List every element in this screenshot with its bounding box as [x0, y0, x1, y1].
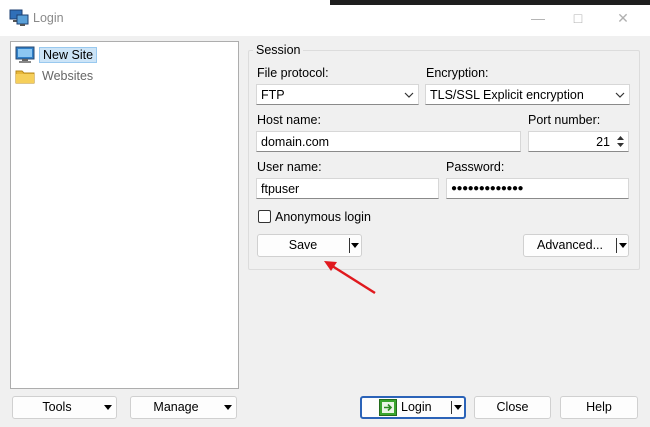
close-button-label: Close [496, 400, 529, 414]
dropdown-arrow-icon[interactable] [619, 243, 627, 248]
background-window-strip [330, 0, 650, 5]
password-label: Password: [446, 160, 505, 174]
close-button[interactable]: Close [474, 396, 551, 419]
manage-button[interactable]: Manage [130, 396, 237, 419]
tools-button[interactable]: Tools [12, 396, 117, 419]
tree-item-websites[interactable]: Websites [15, 66, 96, 86]
minimize-icon: — [531, 10, 545, 26]
folder-icon [15, 70, 35, 84]
manage-button-label: Manage [153, 400, 199, 414]
tree-item-new-site[interactable]: New Site [15, 45, 98, 65]
computer-icon [15, 46, 35, 63]
host-name-label: Host name: [257, 113, 321, 127]
host-name-input[interactable]: domain.com [256, 131, 521, 152]
dropdown-arrow-icon [224, 405, 232, 410]
host-name-value: domain.com [261, 135, 330, 149]
chevron-down-icon [615, 92, 625, 98]
password-value: ●●●●●●●●●●●●● [451, 183, 524, 194]
encryption-select[interactable]: TLS/SSL Explicit encryption [425, 84, 630, 105]
split-divider [451, 401, 452, 414]
maximize-icon: □ [573, 10, 583, 26]
window-title: Login [33, 11, 64, 25]
encryption-value: TLS/SSL Explicit encryption [430, 88, 584, 102]
encryption-label: Encryption: [426, 66, 489, 80]
help-button[interactable]: Help [560, 396, 638, 419]
app-icon [9, 9, 29, 26]
close-icon: ✕ [617, 10, 629, 26]
anonymous-login-checkbox[interactable] [258, 210, 271, 223]
file-protocol-select[interactable]: FTP [256, 84, 419, 105]
split-divider [616, 238, 617, 253]
login-icon [379, 399, 397, 416]
dropdown-arrow-icon[interactable] [351, 243, 359, 248]
login-button[interactable]: Login [360, 396, 466, 419]
dropdown-arrow-icon[interactable] [454, 405, 462, 410]
save-button[interactable]: Save [257, 234, 362, 257]
minimize-button[interactable]: — [518, 6, 558, 30]
file-protocol-value: FTP [261, 88, 285, 102]
tree-item-label: Websites [42, 69, 94, 83]
file-protocol-label: File protocol: [257, 66, 329, 80]
login-button-label: Login [401, 400, 432, 414]
split-divider [349, 238, 350, 253]
maximize-button[interactable]: □ [558, 6, 598, 30]
annotation-arrow [324, 261, 376, 295]
anonymous-login-label: Anonymous login [275, 210, 371, 224]
tools-button-label: Tools [42, 400, 72, 414]
title-bar: Login — □ ✕ [0, 0, 650, 36]
user-name-input[interactable]: ftpuser [256, 178, 439, 199]
port-number-input[interactable]: 21 [528, 131, 629, 152]
site-tree[interactable]: New Site Websites [10, 41, 239, 389]
save-button-label: Save [288, 238, 318, 252]
chevron-down-icon [404, 92, 414, 98]
port-number-value: 21 [596, 135, 610, 149]
advanced-button[interactable]: Advanced... [523, 234, 629, 257]
spin-arrows-icon[interactable] [615, 133, 626, 150]
session-group-title: Session [253, 43, 304, 57]
help-button-label: Help [586, 400, 612, 414]
close-window-button[interactable]: ✕ [603, 6, 643, 30]
dropdown-arrow-icon [104, 405, 112, 410]
tree-item-label: New Site [39, 47, 98, 63]
password-input[interactable]: ●●●●●●●●●●●●● [446, 178, 629, 199]
advanced-button-label: Advanced... [536, 238, 603, 252]
port-number-label: Port number: [528, 113, 601, 127]
user-name-label: User name: [257, 160, 322, 174]
user-name-value: ftpuser [261, 182, 300, 196]
